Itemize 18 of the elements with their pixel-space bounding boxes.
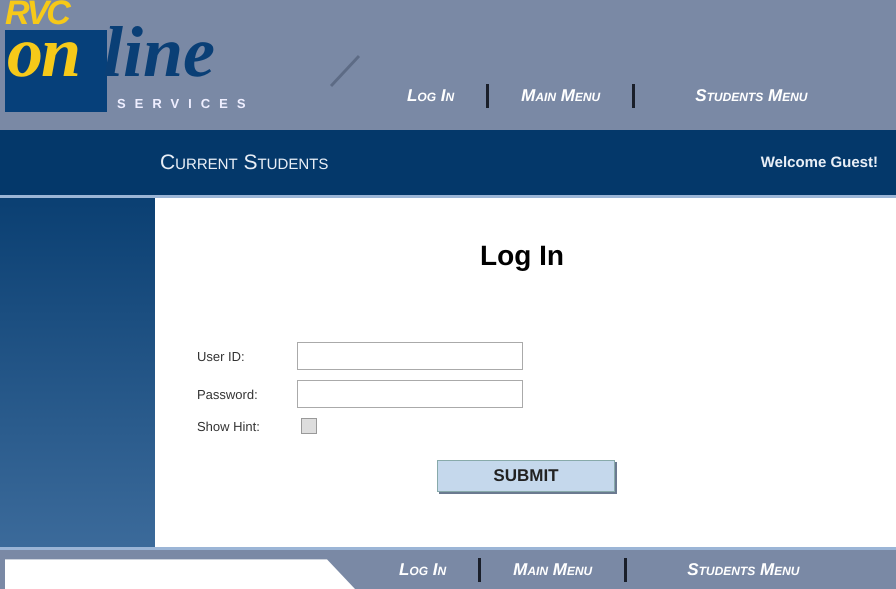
field-label: User ID: — [197, 348, 245, 364]
page-heading: Log In — [480, 240, 565, 272]
field-label: Show Hint: — [197, 418, 260, 434]
nav-link[interactable]: Students Menu — [683, 560, 804, 580]
nav-link[interactable]: Log In — [403, 86, 458, 106]
submit-button[interactable]: SUBMIT — [437, 460, 615, 492]
slash-icon — [327, 52, 363, 88]
checkbox[interactable] — [301, 418, 317, 434]
welcome-text: Welcome Guest! — [760, 154, 878, 171]
nav-link[interactable]: Main Menu — [509, 560, 596, 580]
nav-link[interactable]: Log In — [395, 560, 450, 580]
logo-subtitle: SERVICES — [117, 96, 255, 111]
nav-link[interactable]: Main Menu — [517, 86, 604, 106]
input-field[interactable] — [297, 342, 523, 370]
password-field[interactable] — [297, 380, 523, 408]
field-label: Password: — [197, 386, 258, 402]
nav-link[interactable]: Students Menu — [691, 86, 812, 106]
section-title: Current Students — [160, 150, 328, 174]
